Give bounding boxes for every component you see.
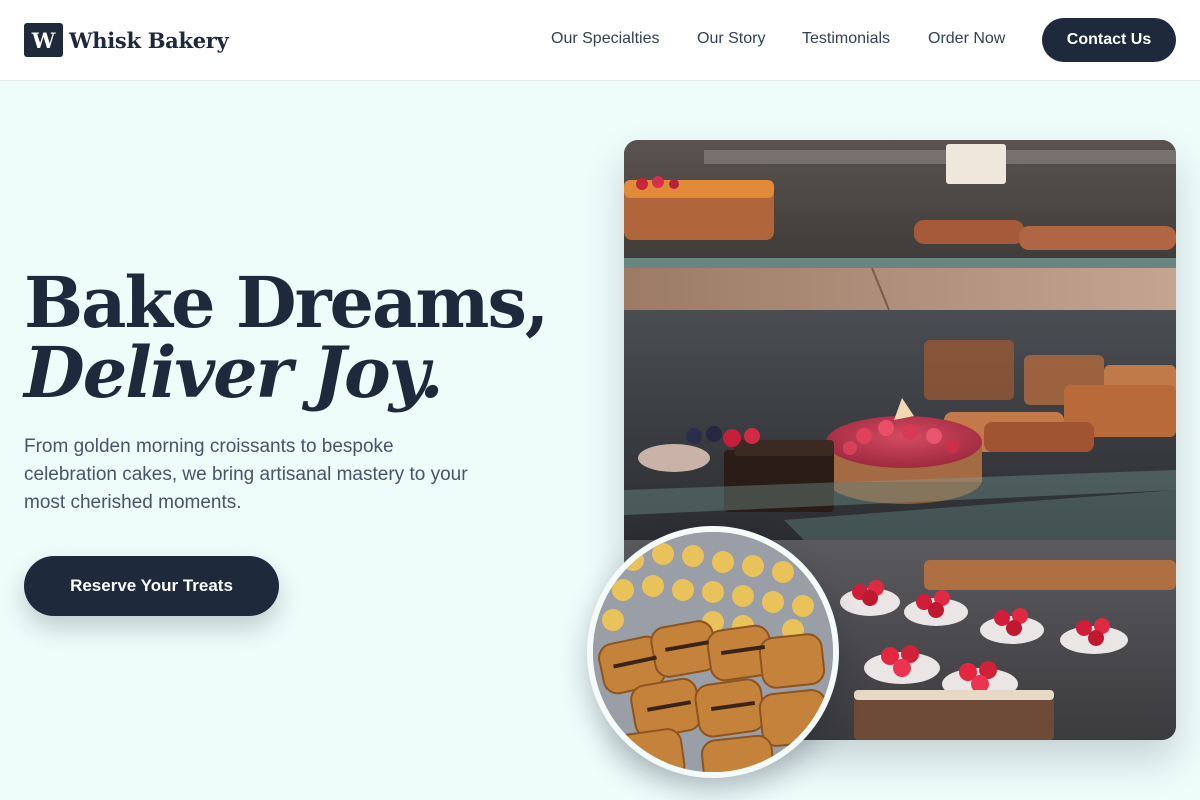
nav-link-our-story[interactable]: Our Story <box>697 30 765 48</box>
site-header: W Whisk Bakery Our Specialties Our Story… <box>0 0 1200 81</box>
brand-logo[interactable]: W Whisk Bakery <box>24 23 229 57</box>
brand-name: Whisk Bakery <box>69 27 229 53</box>
pastry-tray-illustration <box>593 532 833 772</box>
hero-headline-line2: Deliver Joy. <box>24 331 444 414</box>
reserve-treats-button[interactable]: Reserve Your Treats <box>24 556 279 616</box>
nav-link-order-now[interactable]: Order Now <box>928 30 1005 48</box>
contact-us-button[interactable]: Contact Us <box>1042 18 1176 62</box>
hero-headline: Bake Dreams, Deliver Joy. <box>24 268 584 408</box>
pastry-tray-image <box>587 526 839 778</box>
nav-link-our-specialties[interactable]: Our Specialties <box>551 30 660 48</box>
hero-headline-line1: Bake Dreams, <box>24 261 549 344</box>
logo-mark: W <box>24 23 63 57</box>
nav-link-testimonials[interactable]: Testimonials <box>802 30 890 48</box>
hero-subtext: From golden morning croissants to bespok… <box>24 436 468 513</box>
